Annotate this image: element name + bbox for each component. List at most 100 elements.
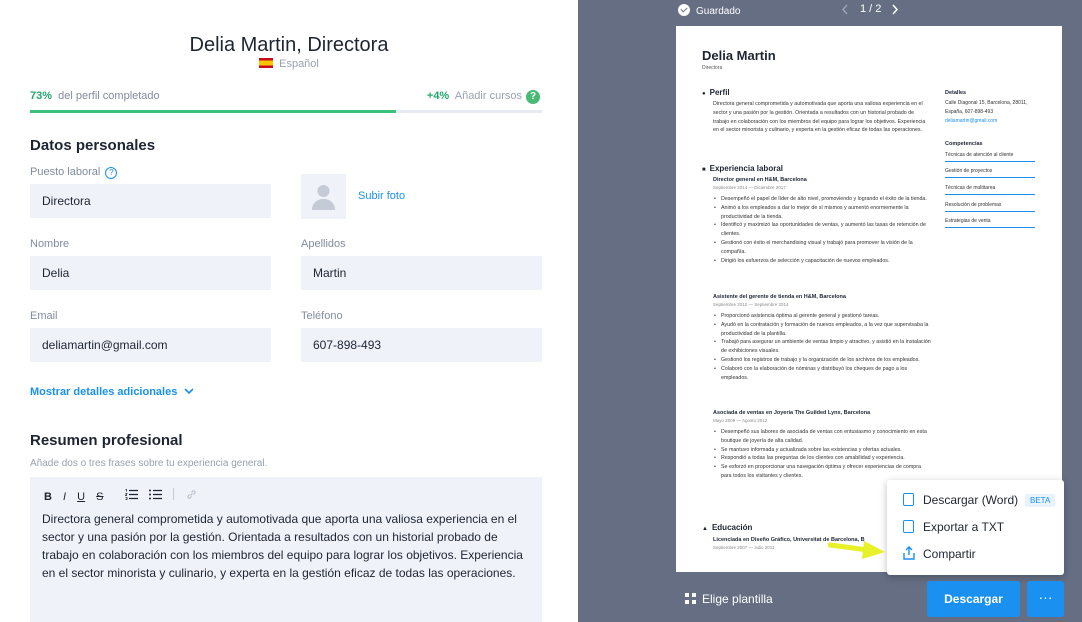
more-options-button[interactable]: ··· bbox=[1027, 581, 1064, 617]
skill-item: Técnicas de atención al cliente bbox=[945, 152, 1035, 162]
education-section-heading: ▲ Educación bbox=[702, 523, 752, 532]
show-more-label: Mostrar detalles adicionales bbox=[30, 386, 178, 398]
resume-role: Directora bbox=[702, 65, 723, 71]
toolbar-divider bbox=[172, 488, 174, 500]
prev-page-icon[interactable] bbox=[841, 4, 849, 15]
education-heading-text: Educación bbox=[711, 523, 753, 532]
job-title-label-text: Puesto laboral bbox=[30, 166, 101, 178]
bullet-list-icon[interactable] bbox=[148, 489, 162, 500]
briefcase-icon: ■ bbox=[702, 167, 706, 173]
list-item: Dirigió los esfuerzos de selección y cap… bbox=[714, 257, 931, 266]
list-item: Respondió a todas las preguntas de los c… bbox=[714, 454, 931, 463]
page-title[interactable]: Delia Martin, Directora bbox=[0, 34, 578, 57]
job-title: Director general en H&M, Barcelona bbox=[713, 177, 807, 183]
skill-item: Gestión de proyectos bbox=[945, 168, 1035, 178]
skill-item: Resolución de problemas bbox=[945, 202, 1035, 212]
list-item: Identificó y maximizó las oportunidades … bbox=[714, 221, 931, 239]
share-icon bbox=[903, 546, 915, 560]
download-word-item[interactable]: Descargar (Word) bbox=[923, 493, 1018, 507]
preview-panel: Guardado 1 / 2 Delia Martin Directora ● P… bbox=[578, 0, 1082, 622]
spain-flag-icon bbox=[259, 58, 274, 68]
bonus-percent: +4% bbox=[426, 90, 450, 102]
language-selector[interactable]: Español bbox=[0, 58, 578, 70]
email-label: Email bbox=[30, 310, 58, 322]
job-bullets: Desempeñó sus labores de asociada de ven… bbox=[714, 428, 931, 481]
underline-button[interactable]: U bbox=[77, 491, 85, 503]
job-title-input[interactable]: Directora bbox=[30, 184, 271, 218]
saved-label: Guardado bbox=[696, 6, 741, 17]
editor-panel: Delia Martin, Directora Español 73% del … bbox=[0, 0, 578, 622]
link-icon[interactable] bbox=[186, 489, 197, 500]
check-icon bbox=[678, 4, 690, 16]
details-email: deliamartin@gmail.com bbox=[945, 117, 998, 124]
details-address: Calle Diagonal 15, Barcelona, 28011, Esp… bbox=[945, 100, 1028, 115]
list-item: Gestionó con éxito el merchandising visu… bbox=[714, 239, 931, 257]
details-heading: Detalles bbox=[945, 90, 967, 96]
job-dates: Mayo 2009 — Agosto 2012 bbox=[713, 418, 768, 423]
download-button[interactable]: Descargar bbox=[927, 581, 1020, 617]
help-icon[interactable]: ? bbox=[526, 90, 540, 104]
progress-label: del perfil completado bbox=[58, 90, 160, 102]
user-icon bbox=[312, 185, 335, 210]
graduation-cap-icon: ▲ bbox=[702, 526, 708, 532]
list-item: Animó a los empleados a dar lo mejor de … bbox=[714, 204, 931, 222]
email-input[interactable]: deliamartin@gmail.com bbox=[30, 328, 271, 362]
last-name-label: Apellidos bbox=[301, 238, 346, 250]
share-item[interactable]: Compartir bbox=[923, 547, 976, 561]
progress-percent: 73% bbox=[30, 90, 53, 102]
numbered-list-icon[interactable] bbox=[124, 489, 138, 500]
phone-input[interactable]: 607-898-493 bbox=[301, 328, 542, 362]
bonus-label: Añadir cursos bbox=[454, 90, 522, 102]
profile-progress: 73% del perfil completado bbox=[30, 90, 160, 102]
progress-bar-fill bbox=[30, 110, 397, 113]
export-txt-item[interactable]: Exportar a TXT bbox=[923, 520, 1004, 534]
download-options-menu: Descargar (Word) BETA Exportar a TXT Com… bbox=[887, 480, 1064, 575]
list-item: Proporcionó asistencia óptima al gerente… bbox=[714, 312, 931, 321]
next-page-icon[interactable] bbox=[891, 4, 899, 15]
job-help-icon[interactable]: ? bbox=[105, 167, 118, 179]
choose-template-button[interactable]: Elige plantilla bbox=[685, 592, 773, 606]
upload-photo-link[interactable]: Subir foto bbox=[358, 190, 405, 202]
education-dates: Septiembre 2007 — Julio 2011 bbox=[713, 545, 775, 550]
details-text: Calle Diagonal 15, Barcelona, 28011, Esp… bbox=[945, 99, 1041, 125]
summary-editor[interactable]: B I U S Directora general comprometida y… bbox=[30, 477, 542, 622]
italic-button[interactable]: I bbox=[63, 491, 66, 503]
personal-heading: Datos personales bbox=[30, 137, 156, 154]
job-dates: Septiembre 2012 — Septiembre 2014 bbox=[713, 302, 789, 307]
list-item: Ayudó en la contratación y formación de … bbox=[714, 321, 931, 339]
job-dates: Septiembre 2014 — Diciembre 2017 bbox=[713, 185, 786, 190]
job-title: Asistente del gerente de tienda en H&M, … bbox=[713, 294, 846, 300]
list-item: Gestionó los registros de trabajo y la o… bbox=[714, 356, 931, 365]
list-item: Se mantuvo informada y actualizada sobre… bbox=[714, 446, 931, 455]
saved-status: Guardado bbox=[678, 4, 740, 17]
experience-heading-text: Experiencia laboral bbox=[709, 164, 783, 173]
txt-file-icon bbox=[903, 520, 914, 533]
word-file-icon bbox=[903, 493, 914, 506]
editor-toolbar: B I U S bbox=[44, 488, 197, 503]
list-item: Colaboró con la elaboración de nóminas y… bbox=[714, 365, 931, 383]
chevron-down-icon bbox=[184, 388, 194, 395]
profile-heading-text: Perfil bbox=[709, 88, 730, 97]
add-courses-tip[interactable]: +4% Añadir cursos bbox=[427, 90, 522, 102]
choose-template-label: Elige plantilla bbox=[702, 592, 773, 606]
list-item: Desempeñó el papel de líder de alto nive… bbox=[714, 195, 931, 204]
strike-button[interactable]: S bbox=[96, 491, 103, 503]
skill-item: Estrategias de venta bbox=[945, 218, 1035, 228]
list-item: Desempeñó sus labores de asociada de ven… bbox=[714, 428, 931, 446]
job-title: Asociada de ventas en Joyería The Guilde… bbox=[713, 410, 871, 416]
bold-button[interactable]: B bbox=[44, 491, 52, 503]
summary-text[interactable]: Directora general comprometida y automot… bbox=[42, 510, 534, 582]
list-item: Trabajó para asegurar un ambiente de ven… bbox=[714, 338, 931, 356]
skills-heading: Competencias bbox=[945, 141, 983, 147]
show-more-details-link[interactable]: Mostrar detalles adicionales bbox=[30, 386, 194, 398]
resume-name: Delia Martin bbox=[702, 48, 776, 63]
photo-placeholder[interactable] bbox=[301, 174, 346, 219]
resume-profile: Directora general comprometida y automot… bbox=[713, 101, 926, 134]
profile-section-heading: ● Perfil bbox=[702, 88, 730, 97]
grid-icon bbox=[685, 593, 696, 604]
job-title-label: Puesto laboral? bbox=[30, 166, 118, 179]
list-item: Se esforzó en proporcionar una navegació… bbox=[714, 463, 931, 481]
first-name-input[interactable]: Delia bbox=[30, 256, 271, 290]
language-label: Español bbox=[279, 58, 319, 70]
last-name-input[interactable]: Martin bbox=[301, 256, 542, 290]
